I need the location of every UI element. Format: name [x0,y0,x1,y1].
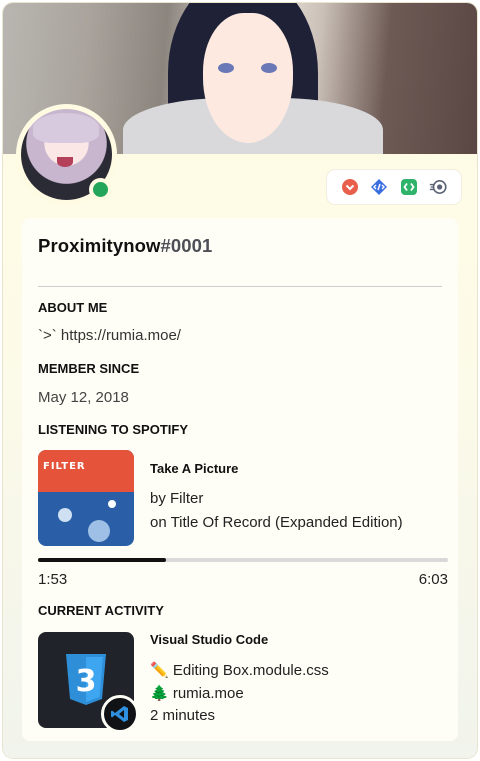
activity-state: 🌲 rumia.moe [150,685,244,702]
track-album: on Title Of Record (Expanded Edition) [150,514,403,531]
member-since-date: May 12, 2018 [38,389,129,406]
vscode-icon [101,695,139,733]
track-title[interactable]: Take A Picture [150,461,238,476]
track-duration: 6:03 [418,571,448,588]
current-activity-heading: CURRENT ACTIVITY [38,603,164,618]
svg-text:3: 3 [76,664,97,699]
track-elapsed-time: 1:53 [38,571,68,588]
spotify-progress-fill [38,558,166,562]
badge-list [327,170,461,204]
member-since-heading: MEMBER SINCE [38,361,140,376]
chevron-down-badge-icon[interactable] [341,178,359,196]
username[interactable]: Proximitynow#0001 [38,235,212,257]
activity-details: ✏️ Editing Box.module.css [150,662,329,679]
nitro-badge-icon[interactable] [429,178,447,196]
online-status-indicator [89,178,112,201]
code-badge-icon[interactable] [370,178,388,196]
track-artist: by Filter [150,490,204,507]
profile-card: Proximitynow#0001 ABOUT ME `>` https://r… [3,3,477,758]
album-art-logo: FILTER [43,461,86,472]
username-name: Proximitynow [38,235,161,256]
about-me-text[interactable]: `>` https://rumia.moe/ [38,327,181,344]
album-art[interactable]: FILTER [38,450,134,546]
activity-app-name: Visual Studio Code [150,632,269,647]
divider [38,286,442,287]
activity-elapsed: 2 minutes [150,707,216,724]
spotify-progress-bar [38,558,448,562]
profile-body: Proximitynow#0001 ABOUT ME `>` https://r… [22,218,458,741]
username-discriminator: #0001 [160,235,213,256]
about-me-heading: ABOUT ME [38,300,108,315]
brackets-badge-icon[interactable] [400,178,418,196]
spotify-heading: LISTENING TO SPOTIFY [38,422,188,437]
